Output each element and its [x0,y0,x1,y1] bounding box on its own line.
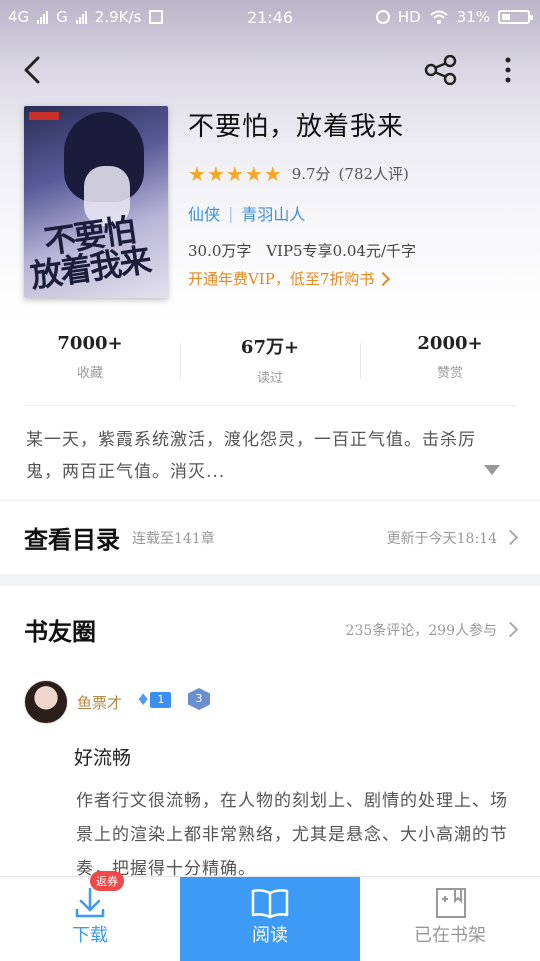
back-button[interactable] [8,46,56,94]
more-button[interactable] [484,46,532,94]
wifi-icon [429,10,448,24]
stat-reads: 67万+ 读过 [180,333,360,393]
vip-promo-link[interactable]: 开通年费VIP，低至7折购书 [188,268,391,289]
divider [0,500,540,501]
divider [24,405,516,406]
coupon-badge: 返券 [90,871,124,891]
flame-icon: ♦ [136,690,151,709]
book-title: 不要怕，放着我来 [188,112,405,142]
book-tags: 仙侠 | 青羽山人 [188,201,305,225]
download-button[interactable]: 返券 下载 [0,871,180,961]
read-label: 阅读 [252,925,288,946]
comment-title: 好流畅 [74,747,132,769]
share-button[interactable] [417,46,465,94]
stat-rewards: 2000+ 赞赏 [360,333,540,393]
stat-value: 67万+ [240,337,300,358]
share-icon [424,55,457,85]
alarm-icon [375,10,390,24]
stat-label: 读过 [256,371,283,386]
catalog-updated-wrap: 更新于今天18:14 [386,528,519,548]
battery-icon [498,10,533,24]
rating-stars: ★ ★ ★ ★ ★ [188,164,282,184]
hd-label: HD [397,8,421,26]
circle-title: 书友圈 [24,617,96,646]
bookshelf-label: 已在书架 [414,925,486,946]
bookshelf-icon [436,888,466,918]
chevron-right-icon [502,529,519,546]
comment-username[interactable]: 鱼票才 [77,692,122,713]
catalog-status: 连载至141章 [132,530,215,547]
fan-level-badge: ♦ 1 [136,690,172,709]
bottom-action-bar: 返券 下载 阅读 已在书架 [0,871,540,961]
stat-label: 赞赏 [436,366,463,381]
tag-separator: | [228,203,234,223]
more-vertical-icon [505,57,511,83]
vip-promo-text: 开通年费VIP，低至7折购书 [188,270,375,288]
download-icon [75,887,105,918]
star-icon: ★ [225,161,244,186]
cover-badge [29,112,59,120]
stats-row: 7000+ 收藏 67万+ 读过 2000+ 赞赏 [0,333,540,393]
battery-percent: 31% [456,8,490,26]
circle-header[interactable]: 书友圈 235条评论，299人参与 [24,612,519,647]
back-arrow-icon [24,56,40,84]
circle-summary-wrap: 235条评论，299人参与 [345,620,519,640]
comment-body: 作者行文很流畅，在人物的刻划上、剧情的处理上、场景上的渲染上都非常熟络，尤其是悬… [76,791,508,879]
star-icon: ★ [244,161,263,186]
genre-link[interactable]: 仙侠 [188,201,220,225]
star-icon: ★ [206,161,225,186]
book-open-icon [251,889,289,919]
status-right: HD 31% [375,8,533,26]
rating-row: ★ ★ ★ ★ ★ 9.7分 (782人评) [188,163,409,184]
stat-value: 7000+ [57,333,123,354]
stat-value: 2000+ [417,333,483,354]
catalog-title: 查看目录 [24,525,120,554]
book-description[interactable]: 某一天，紫霞系统激活，渡化怨灵，一百正气值。击杀厉鬼，两百正气值。消灭... [26,424,486,488]
stat-label: 收藏 [76,366,103,381]
rating-count: (782人评) [338,165,409,183]
stat-favorites: 7000+ 收藏 [0,333,180,393]
book-meta: 30.0万字 VIP5专享0.04元/千字 [188,240,416,261]
catalog-updated: 更新于今天18:14 [386,530,497,547]
word-count: 30.0万字 [188,242,252,260]
download-label: 下载 [72,925,108,946]
star-icon: ★ [263,161,282,186]
chevron-right-icon [376,271,391,286]
medal-icon: 3 [188,688,210,710]
fan-level: 1 [150,691,172,708]
status-bar: 4G G 2.9K/s 21:46 HD 31% [0,0,540,36]
star-icon: ★ [188,161,206,186]
section-separator [0,574,540,586]
book-cover[interactable]: 不要怕 放着我来 [24,106,168,298]
read-button[interactable]: 阅读 [180,877,360,961]
top-nav [0,46,540,94]
expand-arrow-icon[interactable] [484,465,500,475]
bookshelf-button[interactable]: 已在书架 [360,877,540,961]
chevron-right-icon [502,621,519,638]
avatar[interactable] [24,680,68,724]
author-link[interactable]: 青羽山人 [241,201,305,225]
circle-summary: 235条评论，299人参与 [345,622,497,639]
rating-score: 9.7分 [291,165,331,183]
catalog-row[interactable]: 查看目录 连载至141章 更新于今天18:14 [24,520,519,555]
price-info: VIP5专享0.04元/千字 [266,242,417,260]
